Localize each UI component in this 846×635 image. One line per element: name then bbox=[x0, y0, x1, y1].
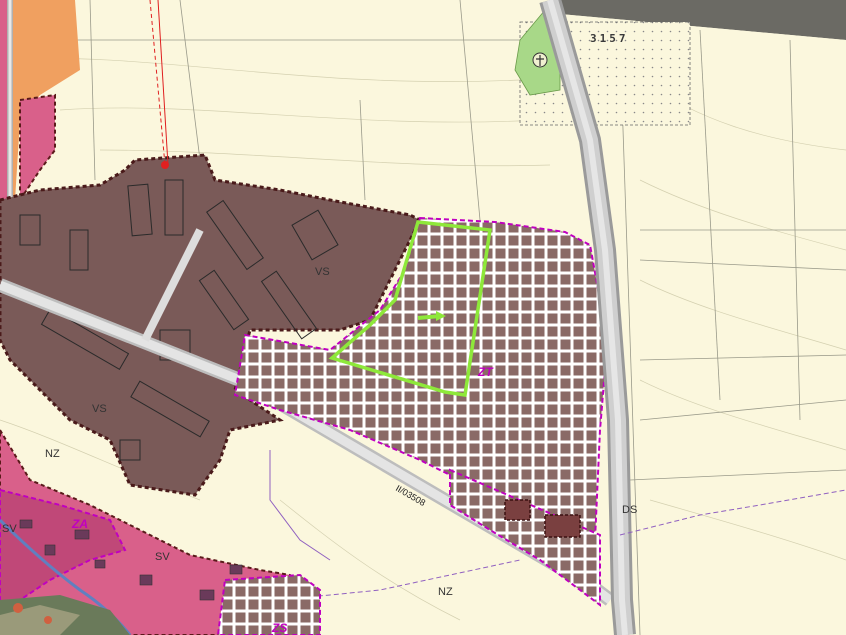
zone-label-sv-left: SV bbox=[2, 523, 17, 535]
map-canvas[interactable]: VS VS NZ NZ ZT DS SV SV ZA ZS 3157 II/03… bbox=[0, 0, 846, 635]
zone-label-nz-bottom: NZ bbox=[438, 586, 453, 598]
zone-label-sv-lower: SV bbox=[155, 551, 170, 563]
zs-zone[interactable] bbox=[216, 573, 321, 635]
zone-label-vs-upper: VS bbox=[315, 266, 330, 278]
power-pole-icon bbox=[161, 161, 169, 169]
zone-label-za: ZA bbox=[71, 517, 88, 531]
zone-label-zs: ZS bbox=[271, 621, 287, 635]
zone-label-zt: ZT bbox=[477, 365, 494, 379]
zone-label-vs-lower: VS bbox=[92, 403, 107, 415]
zone-label-nz-left: NZ bbox=[45, 448, 60, 460]
residential-zone-left bbox=[19, 93, 56, 204]
zone-label-ds: DS bbox=[622, 504, 637, 516]
zoning-map[interactable]: VS VS NZ NZ ZT DS SV SV ZA ZS 3157 II/03… bbox=[0, 0, 846, 635]
parcel-number-label: 3157 bbox=[590, 32, 629, 45]
